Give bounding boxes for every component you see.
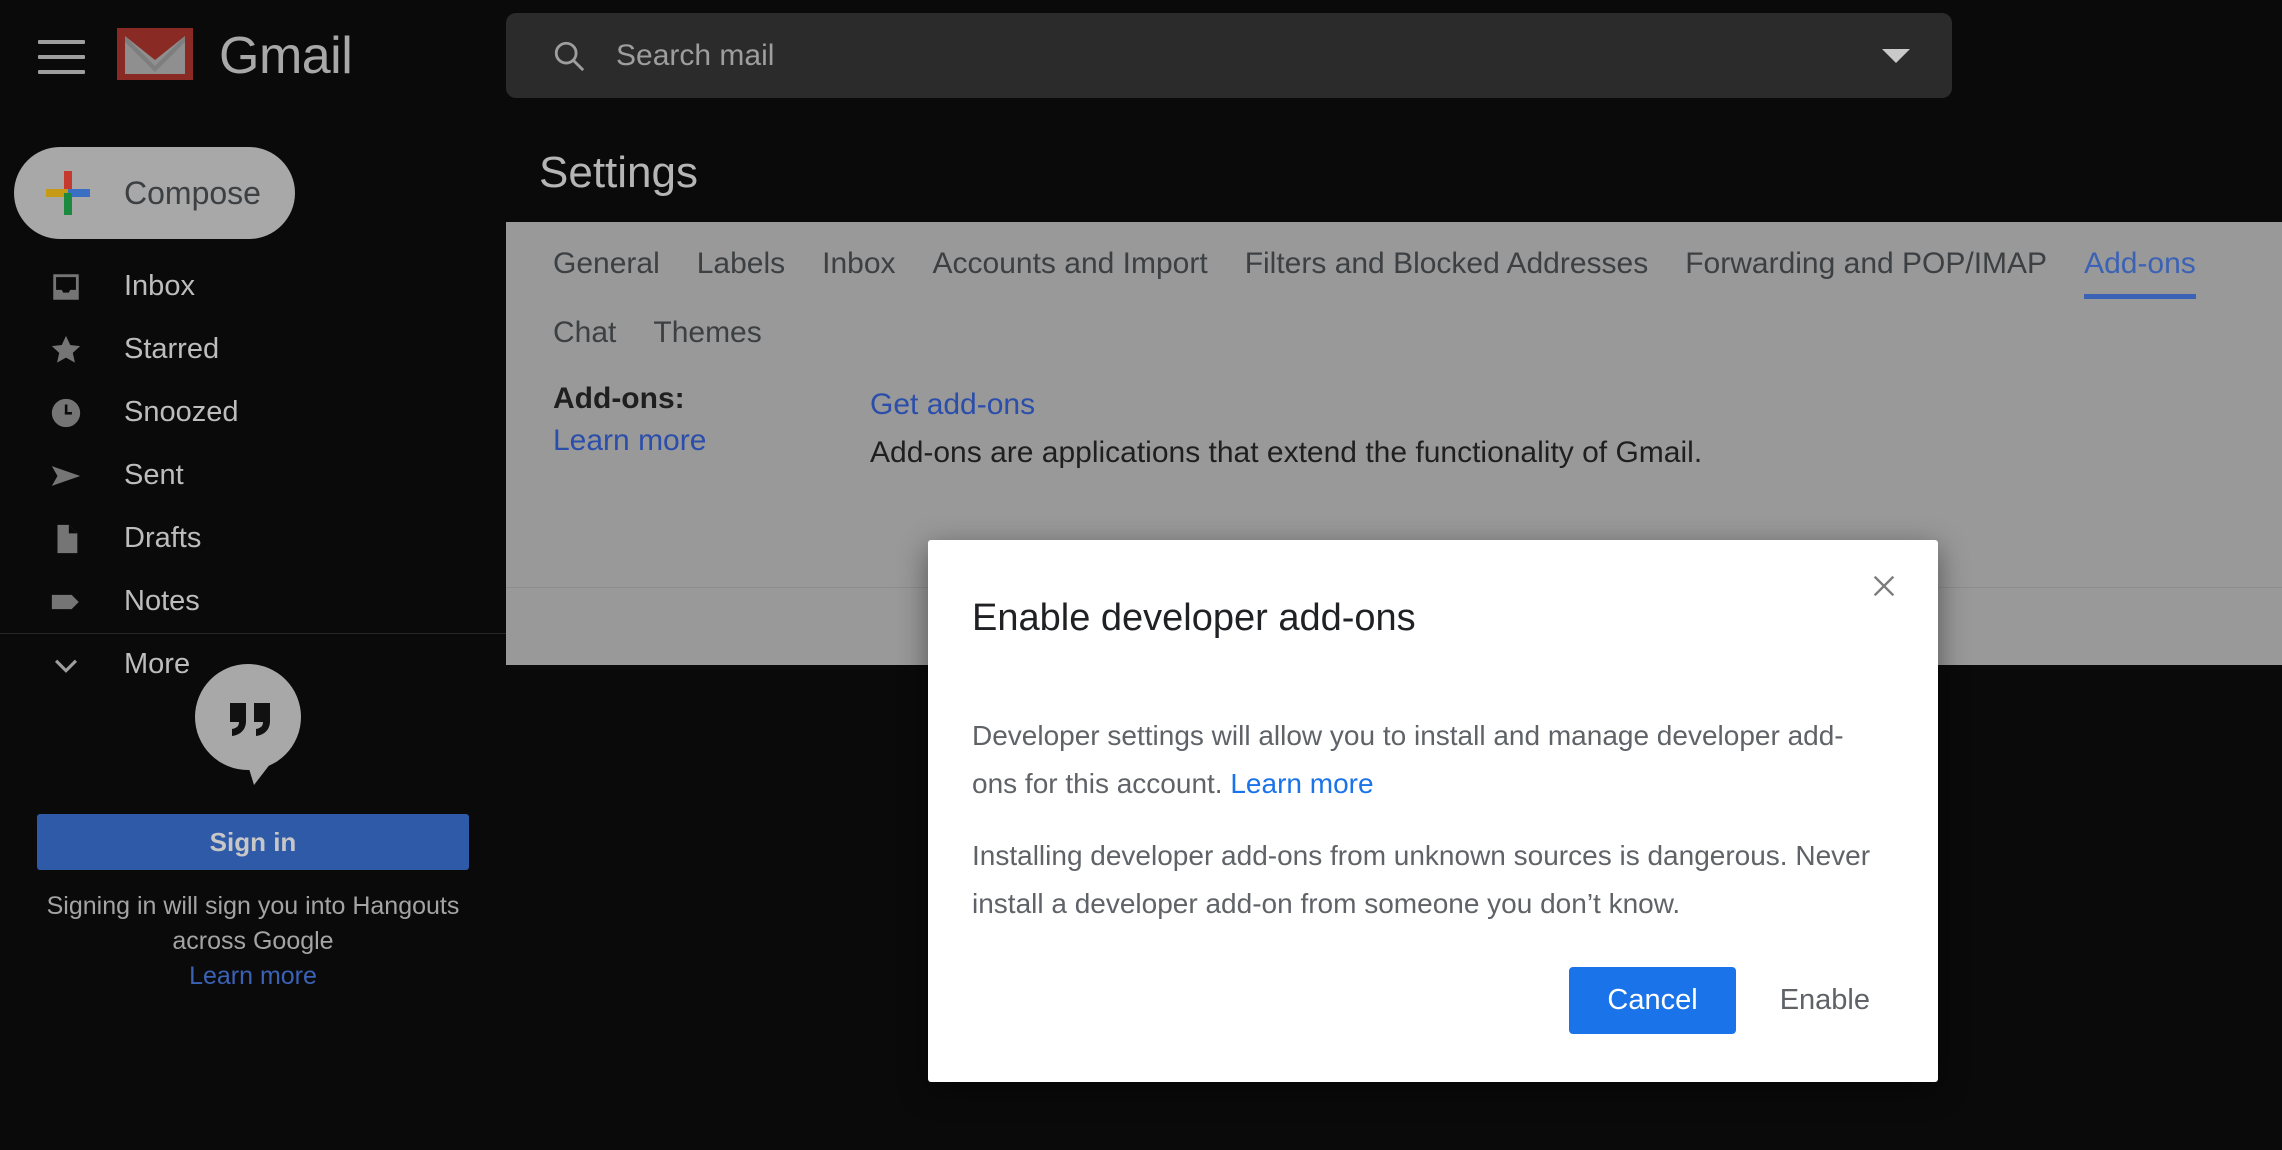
search-icon <box>552 39 586 73</box>
search-input[interactable] <box>616 13 1796 98</box>
sidebar-nav: Inbox Starred Snoozed Sent Drafts Notes … <box>0 255 506 696</box>
hangouts-note-line1: Signing in will sign you into Hangouts <box>46 892 460 920</box>
sidebar-item-label: Inbox <box>124 270 195 302</box>
tab-chat[interactable]: Chat <box>553 291 616 360</box>
compose-label: Compose <box>124 174 261 211</box>
gmail-app: Gmail Compose <box>0 0 2282 1150</box>
brand-title: Gmail <box>219 27 353 85</box>
search-bar[interactable] <box>506 13 1952 98</box>
tab-labels[interactable]: Labels <box>697 222 785 291</box>
sidebar-divider <box>0 633 506 634</box>
tab-general[interactable]: General <box>553 222 660 291</box>
sidebar-item-notes[interactable]: Notes <box>0 570 506 633</box>
sidebar-item-drafts[interactable]: Drafts <box>0 507 506 570</box>
dialog-paragraph-2: Installing developer add-ons from unknow… <box>972 840 1871 919</box>
sidebar-item-snoozed[interactable]: Snoozed <box>0 381 506 444</box>
app-header: Gmail <box>0 0 2282 125</box>
dialog-title: Enable developer add-ons <box>972 597 1416 639</box>
tab-inbox[interactable]: Inbox <box>822 222 895 291</box>
close-icon[interactable] <box>1862 564 1906 608</box>
hamburger-icon[interactable] <box>38 40 88 80</box>
dialog-actions: Cancel Enable <box>1569 967 1898 1034</box>
addons-learn-more-link[interactable]: Learn more <box>553 424 706 458</box>
document-icon <box>46 519 86 559</box>
compose-button[interactable]: Compose <box>14 147 295 239</box>
sidebar-item-label: Sent <box>124 459 184 491</box>
send-icon <box>46 456 86 496</box>
sidebar-item-label: Snoozed <box>124 396 239 428</box>
sidebar: Compose Inbox Starred Snoozed Sent Draft… <box>0 125 506 1150</box>
inbox-icon <box>46 267 86 307</box>
tab-themes[interactable]: Themes <box>653 291 761 360</box>
chevron-down-icon <box>46 645 86 685</box>
cancel-button[interactable]: Cancel <box>1569 967 1736 1034</box>
sidebar-item-label: Notes <box>124 585 200 617</box>
hangouts-quote-icon <box>188 659 308 787</box>
get-add-ons-link[interactable]: Get add-ons <box>870 388 1035 422</box>
clock-icon <box>46 393 86 433</box>
sidebar-item-sent[interactable]: Sent <box>0 444 506 507</box>
chevron-down-icon[interactable] <box>1882 49 1910 63</box>
sidebar-item-label: More <box>124 648 191 680</box>
tab-add-ons[interactable]: Add-ons <box>2084 222 2196 299</box>
star-icon <box>46 330 86 370</box>
dialog-paragraph-1-text: Developer settings will allow you to ins… <box>972 720 1844 799</box>
sign-in-button[interactable]: Sign in <box>37 814 469 870</box>
addons-description: Add-ons are applications that extend the… <box>870 436 1703 469</box>
sidebar-item-label: Drafts <box>124 522 202 554</box>
label-icon <box>46 582 86 622</box>
sidebar-item-inbox[interactable]: Inbox <box>0 255 506 318</box>
dialog-paragraph-1: Developer settings will allow you to ins… <box>972 712 1872 808</box>
sidebar-item-starred[interactable]: Starred <box>0 318 506 381</box>
tab-accounts-and-import[interactable]: Accounts and Import <box>933 222 1208 291</box>
gmail-logo-icon <box>115 24 195 84</box>
hangouts-note-line2: across Google <box>172 927 334 955</box>
dialog-learn-more-link[interactable]: Learn more <box>1230 768 1373 799</box>
sidebar-item-label: Starred <box>124 333 220 365</box>
hangouts-learn-more-link[interactable]: Learn more <box>0 959 506 994</box>
enable-button[interactable]: Enable <box>1752 967 1898 1034</box>
plus-icon <box>40 165 96 221</box>
addons-label: Add-ons: <box>553 382 685 415</box>
settings-tabs: General Labels Inbox Accounts and Import… <box>506 222 2282 360</box>
enable-developer-addons-dialog: Enable developer add-ons Developer setti… <box>928 540 1938 1082</box>
page-title: Settings <box>539 148 698 197</box>
tab-forwarding-and-pop-imap[interactable]: Forwarding and POP/IMAP <box>1685 222 2047 291</box>
tab-filters-and-blocked-addresses[interactable]: Filters and Blocked Addresses <box>1245 222 1649 291</box>
hangouts-note: Signing in will sign you into Hangouts a… <box>0 889 506 994</box>
